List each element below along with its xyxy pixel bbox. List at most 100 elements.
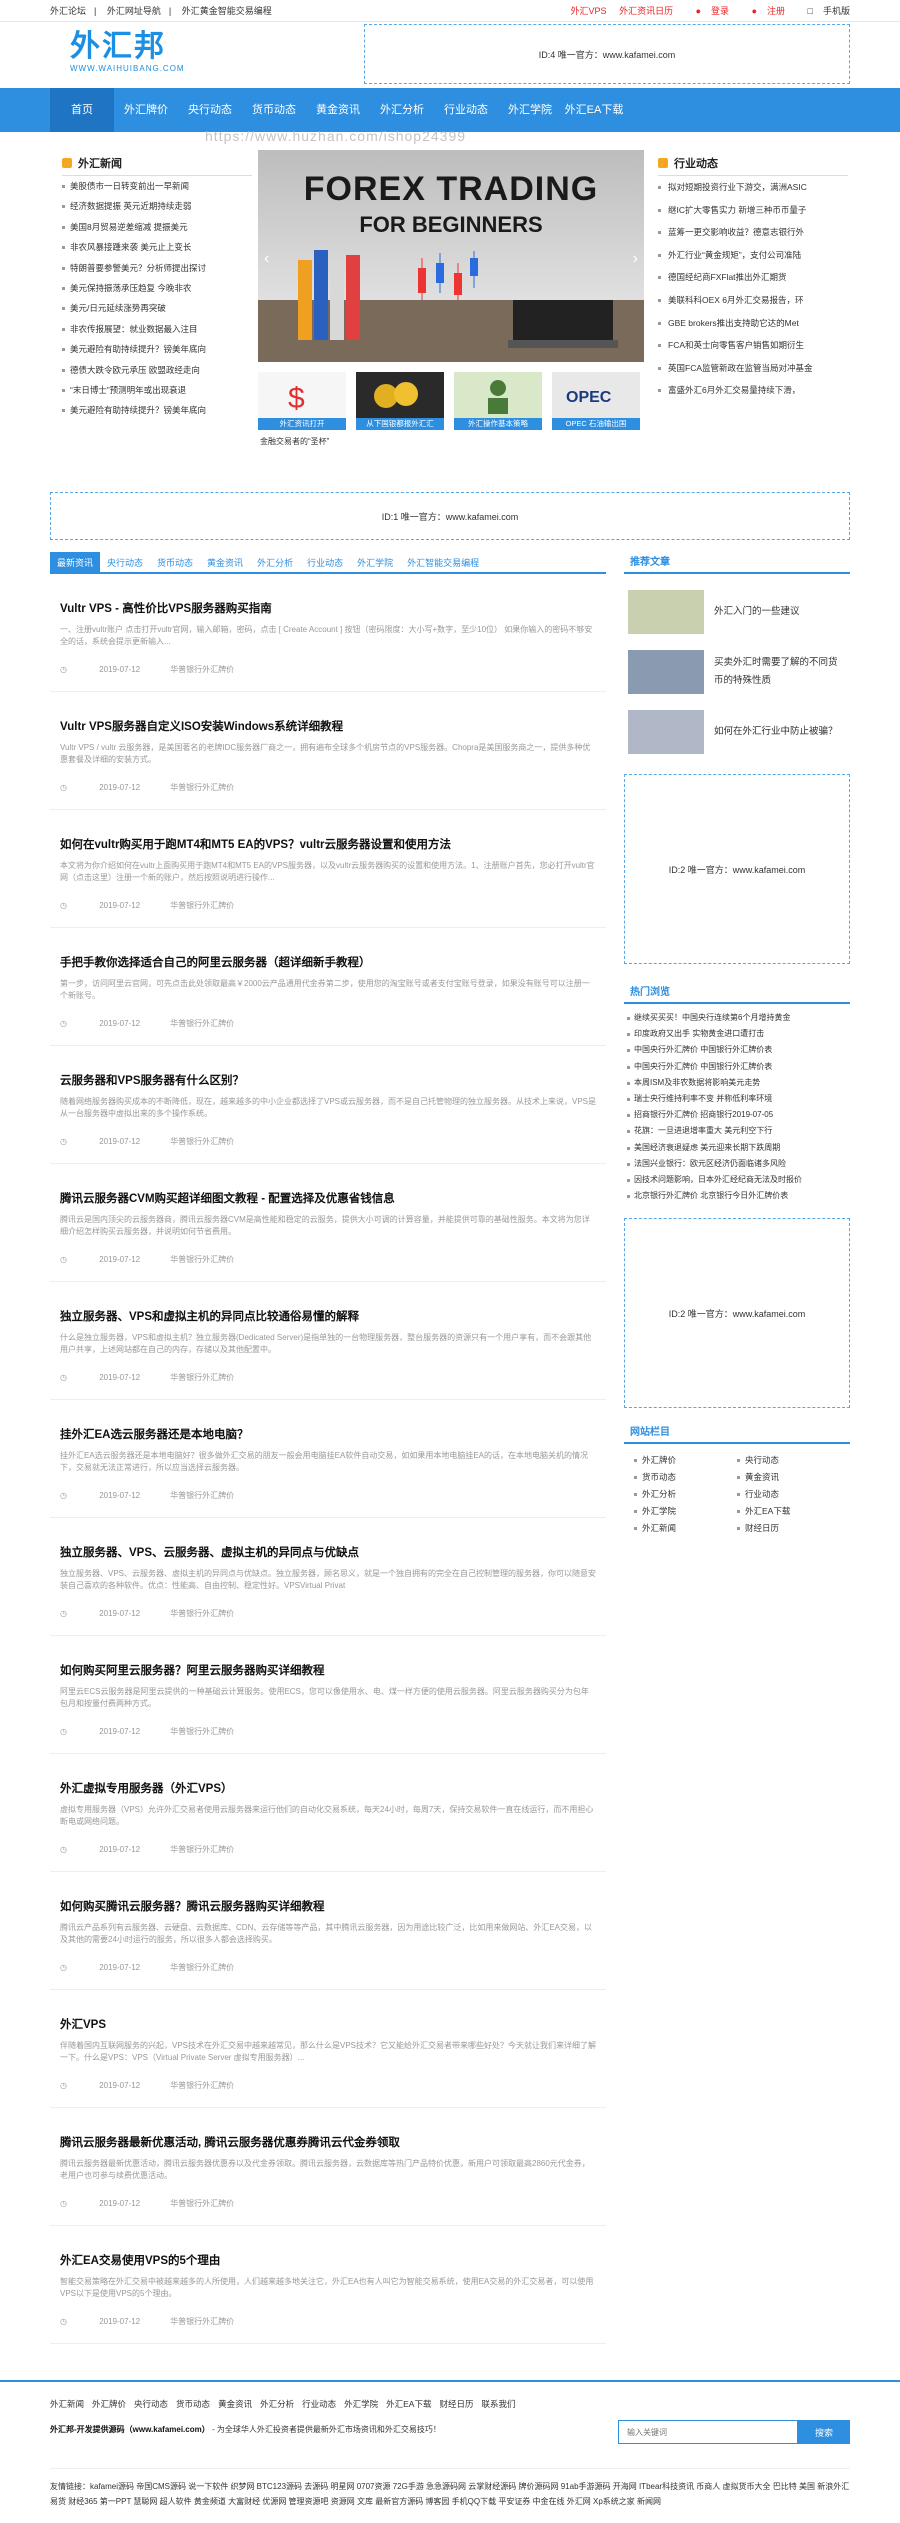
footer-nav-link[interactable]: 黄金资讯 — [218, 2399, 252, 2409]
article-title[interactable]: 外汇虚拟专用服务器（外汇VPS） — [60, 1780, 596, 1796]
left-news-item[interactable]: 非农风暴接踵来袭 美元止上变长 — [62, 237, 252, 257]
tab-4[interactable]: 外汇分析 — [250, 552, 300, 572]
column-link[interactable]: 央行动态 — [737, 1452, 840, 1469]
right-news-item[interactable]: 英国FCA监管新政在监管当局对冲基金 — [658, 357, 848, 380]
right-news-item[interactable]: FCA和英士向零售客户销售如期衍生 — [658, 334, 848, 357]
tab-7[interactable]: 外汇智能交易编程 — [400, 552, 486, 572]
article-title[interactable]: Vultr VPS服务器自定义ISO安装Windows系统详细教程 — [60, 718, 596, 734]
nav-gold[interactable]: 黄金资讯 — [306, 88, 370, 132]
article-title[interactable]: Vultr VPS - 高性价比VPS服务器购买指南 — [60, 600, 596, 616]
article-category[interactable]: 华普银行外汇牌价 — [170, 1255, 234, 1264]
left-news-item[interactable]: 特朗普要参警美元？分析师提出探讨 — [62, 258, 252, 278]
thumbs-subtitle[interactable]: 金融交易者的“圣杯” — [260, 436, 329, 447]
column-link[interactable]: 财经日历 — [737, 1520, 840, 1537]
left-news-item[interactable]: 美国8月贸易逆差缩减 提振美元 — [62, 217, 252, 237]
nav-rates[interactable]: 外汇牌价 — [114, 88, 178, 132]
left-news-item[interactable]: 美股债市一日转变前出一早新闻 — [62, 176, 252, 196]
right-news-item[interactable]: 德国经纪商FXFlat推出外汇期货 — [658, 266, 848, 289]
footer-nav-link[interactable]: 联系我们 — [481, 2399, 515, 2409]
tab-2[interactable]: 货币动态 — [150, 552, 200, 572]
nav-currency[interactable]: 货币动态 — [242, 88, 306, 132]
footer-nav-link[interactable]: 外汇新闻 — [50, 2399, 84, 2409]
column-link[interactable]: 外汇EA下载 — [737, 1503, 840, 1520]
tab-6[interactable]: 外汇学院 — [350, 552, 400, 572]
thumb-3[interactable]: 外汇操作基本策略 — [454, 372, 542, 430]
left-news-item[interactable]: 美元/日元延续涨势再突破 — [62, 298, 252, 318]
footer-nav-link[interactable]: 行业动态 — [302, 2399, 336, 2409]
recommended-title[interactable]: 买卖外汇时需要了解的不同货币的特殊性质 — [714, 654, 846, 690]
left-news-item[interactable]: 经济数据提振 英元近期持续走弱 — [62, 196, 252, 216]
right-news-item[interactable]: 外汇行业“黄金规矩”，支付公司准陆 — [658, 244, 848, 267]
search-input[interactable] — [618, 2420, 798, 2444]
hot-item[interactable]: 因技术问题影响，日本外汇经纪商无法及时报价 — [624, 1172, 850, 1188]
column-link[interactable]: 外汇学院 — [634, 1503, 737, 1520]
footer-nav-link[interactable]: 央行动态 — [134, 2399, 168, 2409]
hot-item[interactable]: 法国兴业银行：欧元区经济仍面临诸多风险 — [624, 1156, 850, 1172]
hot-item[interactable]: 瑞士央行维持利率不变 并称低利率环境 — [624, 1091, 850, 1107]
right-news-item[interactable]: 富盛外汇6月外汇交易量持续下滑， — [658, 379, 848, 402]
hot-item[interactable]: 北京银行外汇牌价 北京银行今日外汇牌价表 — [624, 1188, 850, 1204]
nav-industry[interactable]: 行业动态 — [434, 88, 498, 132]
hot-item[interactable]: 继续买买买！中国央行连续第6个月增持黄金 — [624, 1010, 850, 1026]
header-ad[interactable]: ID:4 唯一官方：www.kafamei.com — [364, 24, 850, 84]
article-category[interactable]: 华普银行外汇牌价 — [170, 783, 234, 792]
article-category[interactable]: 华普银行外汇牌价 — [170, 2199, 234, 2208]
article-category[interactable]: 华普银行外汇牌价 — [170, 1137, 234, 1146]
hot-item[interactable]: 美国经济衰退疑虑 美元迎来长期下跌周期 — [624, 1140, 850, 1156]
left-news-item[interactable]: 美元避险有助持续提升？镑美年底向 — [62, 339, 252, 359]
article-category[interactable]: 华普银行外汇牌价 — [170, 1609, 234, 1618]
hot-item[interactable]: 招商银行外汇牌价 招商银行2019-07-05 — [624, 1107, 850, 1123]
footer-nav-link[interactable]: 外汇牌价 — [92, 2399, 126, 2409]
site-logo[interactable]: 外汇邦 WWW.WAIHUIBANG.COM — [70, 30, 184, 82]
recommended-title[interactable]: 外汇入门的一些建议 — [714, 603, 800, 621]
thumb-1[interactable]: $ 外汇资讯打开 — [258, 372, 346, 430]
right-news-item[interactable]: 美联科科OEX 6月外汇交易报告，环 — [658, 289, 848, 312]
recommended-title[interactable]: 如何在外汇行业中防止被骗？ — [714, 723, 838, 741]
recommended-item[interactable]: 买卖外汇时需要了解的不同货币的特殊性质 — [624, 642, 850, 702]
left-news-item[interactable]: 美元避险有助持续提升？镑美年底向 — [62, 400, 252, 420]
sidebar-ad-1[interactable]: ID:2 唯一官方：www.kafamei.com — [624, 774, 850, 964]
mobile-link[interactable]: □ 手机版 — [798, 6, 850, 16]
article-title[interactable]: 如何购买腾讯云服务器？腾讯云服务器购买详细教程 — [60, 1898, 596, 1914]
column-link[interactable]: 行业动态 — [737, 1486, 840, 1503]
top-link-vps[interactable]: 外汇VPS — [571, 6, 607, 16]
article-title[interactable]: 腾讯云服务器最新优惠活动, 腾讯云服务器优惠券腾讯云代金券领取 — [60, 2134, 596, 2150]
nav-ea-download[interactable]: 外汇EA下载 — [562, 88, 626, 132]
column-link[interactable]: 黄金资讯 — [737, 1469, 840, 1486]
left-news-item[interactable]: 美元保持振荡承压趋复 今晚非农 — [62, 278, 252, 298]
middle-ad[interactable]: ID:1 唯一官方：www.kafamei.com — [50, 492, 850, 540]
article-category[interactable]: 华普银行外汇牌价 — [170, 1373, 234, 1382]
thumb-4[interactable]: OPEC OPEC 石油输出国 — [552, 372, 640, 430]
footer-nav-link[interactable]: 外汇EA下载 — [386, 2399, 431, 2409]
slider-next-icon[interactable]: › — [633, 250, 638, 268]
left-news-item[interactable]: 非农传报展望：就业数据最入注目 — [62, 319, 252, 339]
article-category[interactable]: 华普银行外汇牌价 — [170, 1727, 234, 1736]
right-news-item[interactable]: 蓝筹一更交影响收益？德意志银行外 — [658, 221, 848, 244]
nav-academy[interactable]: 外汇学院 — [498, 88, 562, 132]
article-title[interactable]: 云服务器和VPS服务器有什么区别？ — [60, 1072, 596, 1088]
footer-nav-link[interactable]: 外汇学院 — [344, 2399, 378, 2409]
column-link[interactable]: 外汇牌价 — [634, 1452, 737, 1469]
friend-links[interactable]: 友情链接：kafamei源码 帝国CMS源码 说一下软件 织梦网 BTC123源… — [50, 2468, 850, 2509]
article-category[interactable]: 华普银行外汇牌价 — [170, 901, 234, 910]
article-title[interactable]: 外汇VPS — [60, 2016, 596, 2032]
register-link[interactable]: ● 注册 — [742, 6, 785, 16]
article-title[interactable]: 独立服务器、VPS和虚拟主机的异同点比较通俗易懂的解释 — [60, 1308, 596, 1324]
article-title[interactable]: 独立服务器、VPS、云服务器、虚拟主机的异同点与优缺点 — [60, 1544, 596, 1560]
top-link-calendar[interactable]: 外汇资讯日历 — [619, 6, 673, 16]
slider-prev-icon[interactable]: ‹ — [264, 250, 269, 268]
hot-item[interactable]: 花旗：一旦进退增率重大 美元利空下行 — [624, 1123, 850, 1139]
article-category[interactable]: 华普银行外汇牌价 — [170, 2317, 234, 2326]
search-button[interactable]: 搜索 — [798, 2420, 850, 2444]
article-title[interactable]: 手把手教你选择适合自己的阿里云服务器（超详细新手教程） — [60, 954, 596, 970]
hot-item[interactable]: 印度政府又出手 实物黄金进口遭打击 — [624, 1026, 850, 1042]
footer-nav-link[interactable]: 财经日历 — [439, 2399, 473, 2409]
tab-0[interactable]: 最新资讯 — [50, 552, 101, 572]
column-link[interactable]: 外汇分析 — [634, 1486, 737, 1503]
column-link[interactable]: 外汇新闻 — [634, 1520, 737, 1537]
top-link-forum[interactable]: 外汇论坛 — [50, 6, 86, 16]
top-link-ea[interactable]: 外汇黄金智能交易编程 — [182, 6, 272, 16]
article-category[interactable]: 华普银行外汇牌价 — [170, 1491, 234, 1500]
article-title[interactable]: 如何购买阿里云服务器？阿里云服务器购买详细教程 — [60, 1662, 596, 1678]
article-title[interactable]: 外汇EA交易使用VPS的5个理由 — [60, 2252, 596, 2268]
